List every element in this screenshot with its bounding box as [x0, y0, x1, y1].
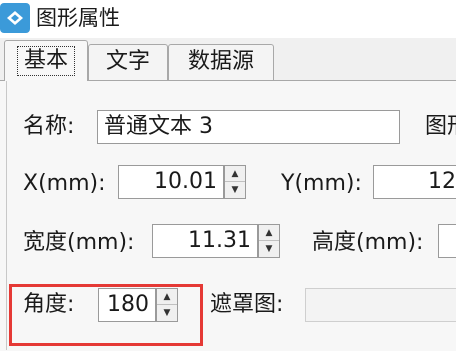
name-input[interactable]: 普通文本 3	[97, 110, 400, 144]
width-stepper[interactable]: ▲ ▼	[258, 224, 280, 258]
app-logo-icon	[0, 3, 30, 33]
tab-datasource[interactable]: 数据源	[168, 44, 274, 80]
width-stepper-up-icon[interactable]: ▲	[259, 225, 279, 241]
y-label: Y(mm):	[281, 171, 362, 196]
x-stepper-down-icon[interactable]: ▼	[225, 182, 245, 198]
x-input[interactable]: 10.01	[118, 165, 224, 199]
y-input[interactable]: 12	[373, 165, 456, 199]
shape-label-truncated: 图形	[425, 114, 456, 139]
tab-text[interactable]: 文字	[88, 44, 168, 80]
tab-basic-label: 基本	[16, 46, 75, 76]
width-label: 宽度(mm):	[23, 230, 135, 255]
mask-label: 遮罩图:	[210, 292, 284, 317]
tab-basic[interactable]: 基本	[4, 40, 88, 81]
window-title: 图形属性	[36, 6, 120, 30]
tab-strip: 基本 文字 数据源	[0, 38, 456, 81]
width-input[interactable]: 11.31	[152, 224, 258, 258]
title-bar: 图形属性	[0, 0, 456, 38]
x-stepper-up-icon[interactable]: ▲	[225, 166, 245, 182]
height-label: 高度(mm):	[312, 230, 424, 255]
height-input[interactable]	[438, 224, 456, 258]
tab-datasource-label: 数据源	[187, 49, 254, 74]
tab-text-label: 文字	[105, 49, 150, 74]
angle-highlight-box	[9, 284, 203, 346]
x-stepper[interactable]: ▲ ▼	[224, 165, 246, 199]
panel-left-edge	[6, 80, 7, 350]
mask-input[interactable]	[305, 288, 456, 322]
x-label: X(mm):	[23, 171, 106, 196]
name-label: 名称:	[23, 114, 75, 139]
width-stepper-down-icon[interactable]: ▼	[259, 241, 279, 257]
